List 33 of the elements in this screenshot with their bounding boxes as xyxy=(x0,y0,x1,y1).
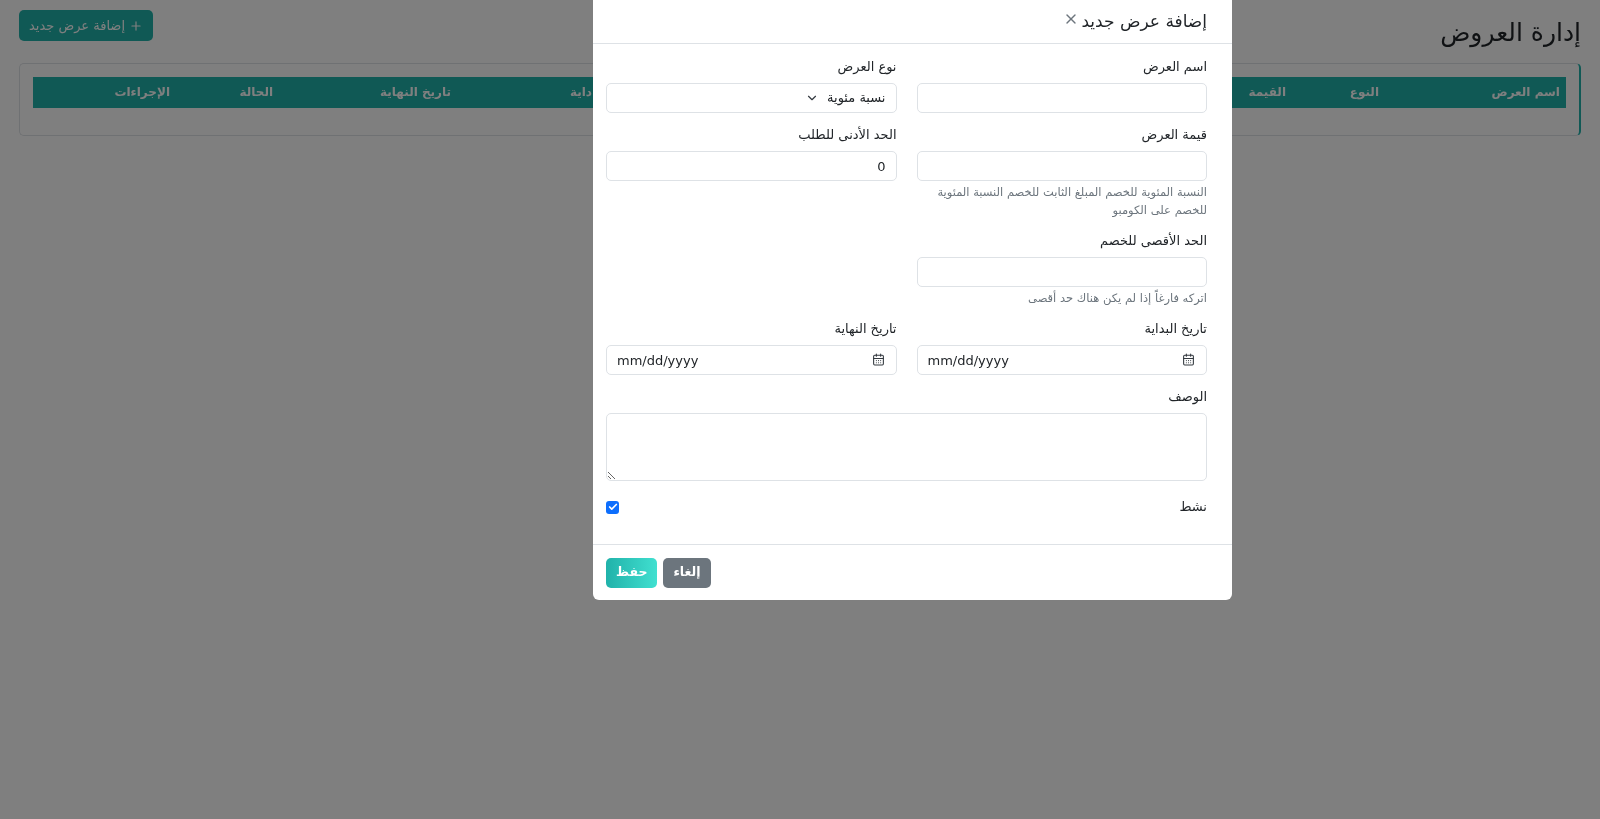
field-label: الوصف xyxy=(1167,388,1207,407)
calendar-icon[interactable] xyxy=(871,353,885,366)
column-header: تاريخ النهاية xyxy=(380,84,451,101)
text-field[interactable] xyxy=(916,151,1207,181)
cancel-button[interactable]: إلغاء xyxy=(663,557,711,588)
column-header: الإجراءات xyxy=(114,84,170,101)
date-field[interactable]: mm/dd/yyyy xyxy=(916,345,1207,375)
description-field[interactable] xyxy=(606,413,1207,481)
text-field[interactable]: 0 xyxy=(606,151,897,181)
checkbox[interactable] xyxy=(606,500,619,514)
field-label: الحد الأقصى للخصم xyxy=(1099,231,1207,251)
field-label: نشط xyxy=(1179,498,1207,516)
select-field[interactable]: نسبة مئوية xyxy=(606,83,897,113)
column-header: النوع xyxy=(1349,84,1379,101)
column-header: اسم العرض xyxy=(1491,84,1560,101)
text-field[interactable] xyxy=(916,257,1207,287)
field-label: اسم العرض xyxy=(1141,58,1207,77)
field-label: الحد الأدنى للطلب xyxy=(797,125,897,144)
calendar-icon[interactable] xyxy=(1182,353,1195,366)
column-header: القيمة xyxy=(1248,84,1286,101)
help-text: النسبة المئوية للخصم المبلغ الثابت للخصم النسبة المئوية للخصم على الكومبو xyxy=(936,184,1207,219)
column-header: داية xyxy=(569,84,592,101)
field-label: تاريخ البداية xyxy=(1143,320,1207,338)
text-field[interactable] xyxy=(916,83,1207,113)
modal-title: إضافة عرض جديد xyxy=(1081,9,1207,33)
field-label: نوع العرض xyxy=(836,58,897,77)
help-text: اتركه فارغاً إذا لم يكن هناك حد أقصى xyxy=(1027,289,1207,307)
date-field[interactable]: mm/dd/yyyy xyxy=(606,345,897,375)
page-title: إدارة العروض xyxy=(1440,17,1581,50)
column-header: الحالة xyxy=(239,84,273,101)
field-label: تاريخ النهاية xyxy=(833,320,897,339)
plus-icon xyxy=(129,18,143,33)
field-label: قيمة العرض xyxy=(1140,126,1207,145)
